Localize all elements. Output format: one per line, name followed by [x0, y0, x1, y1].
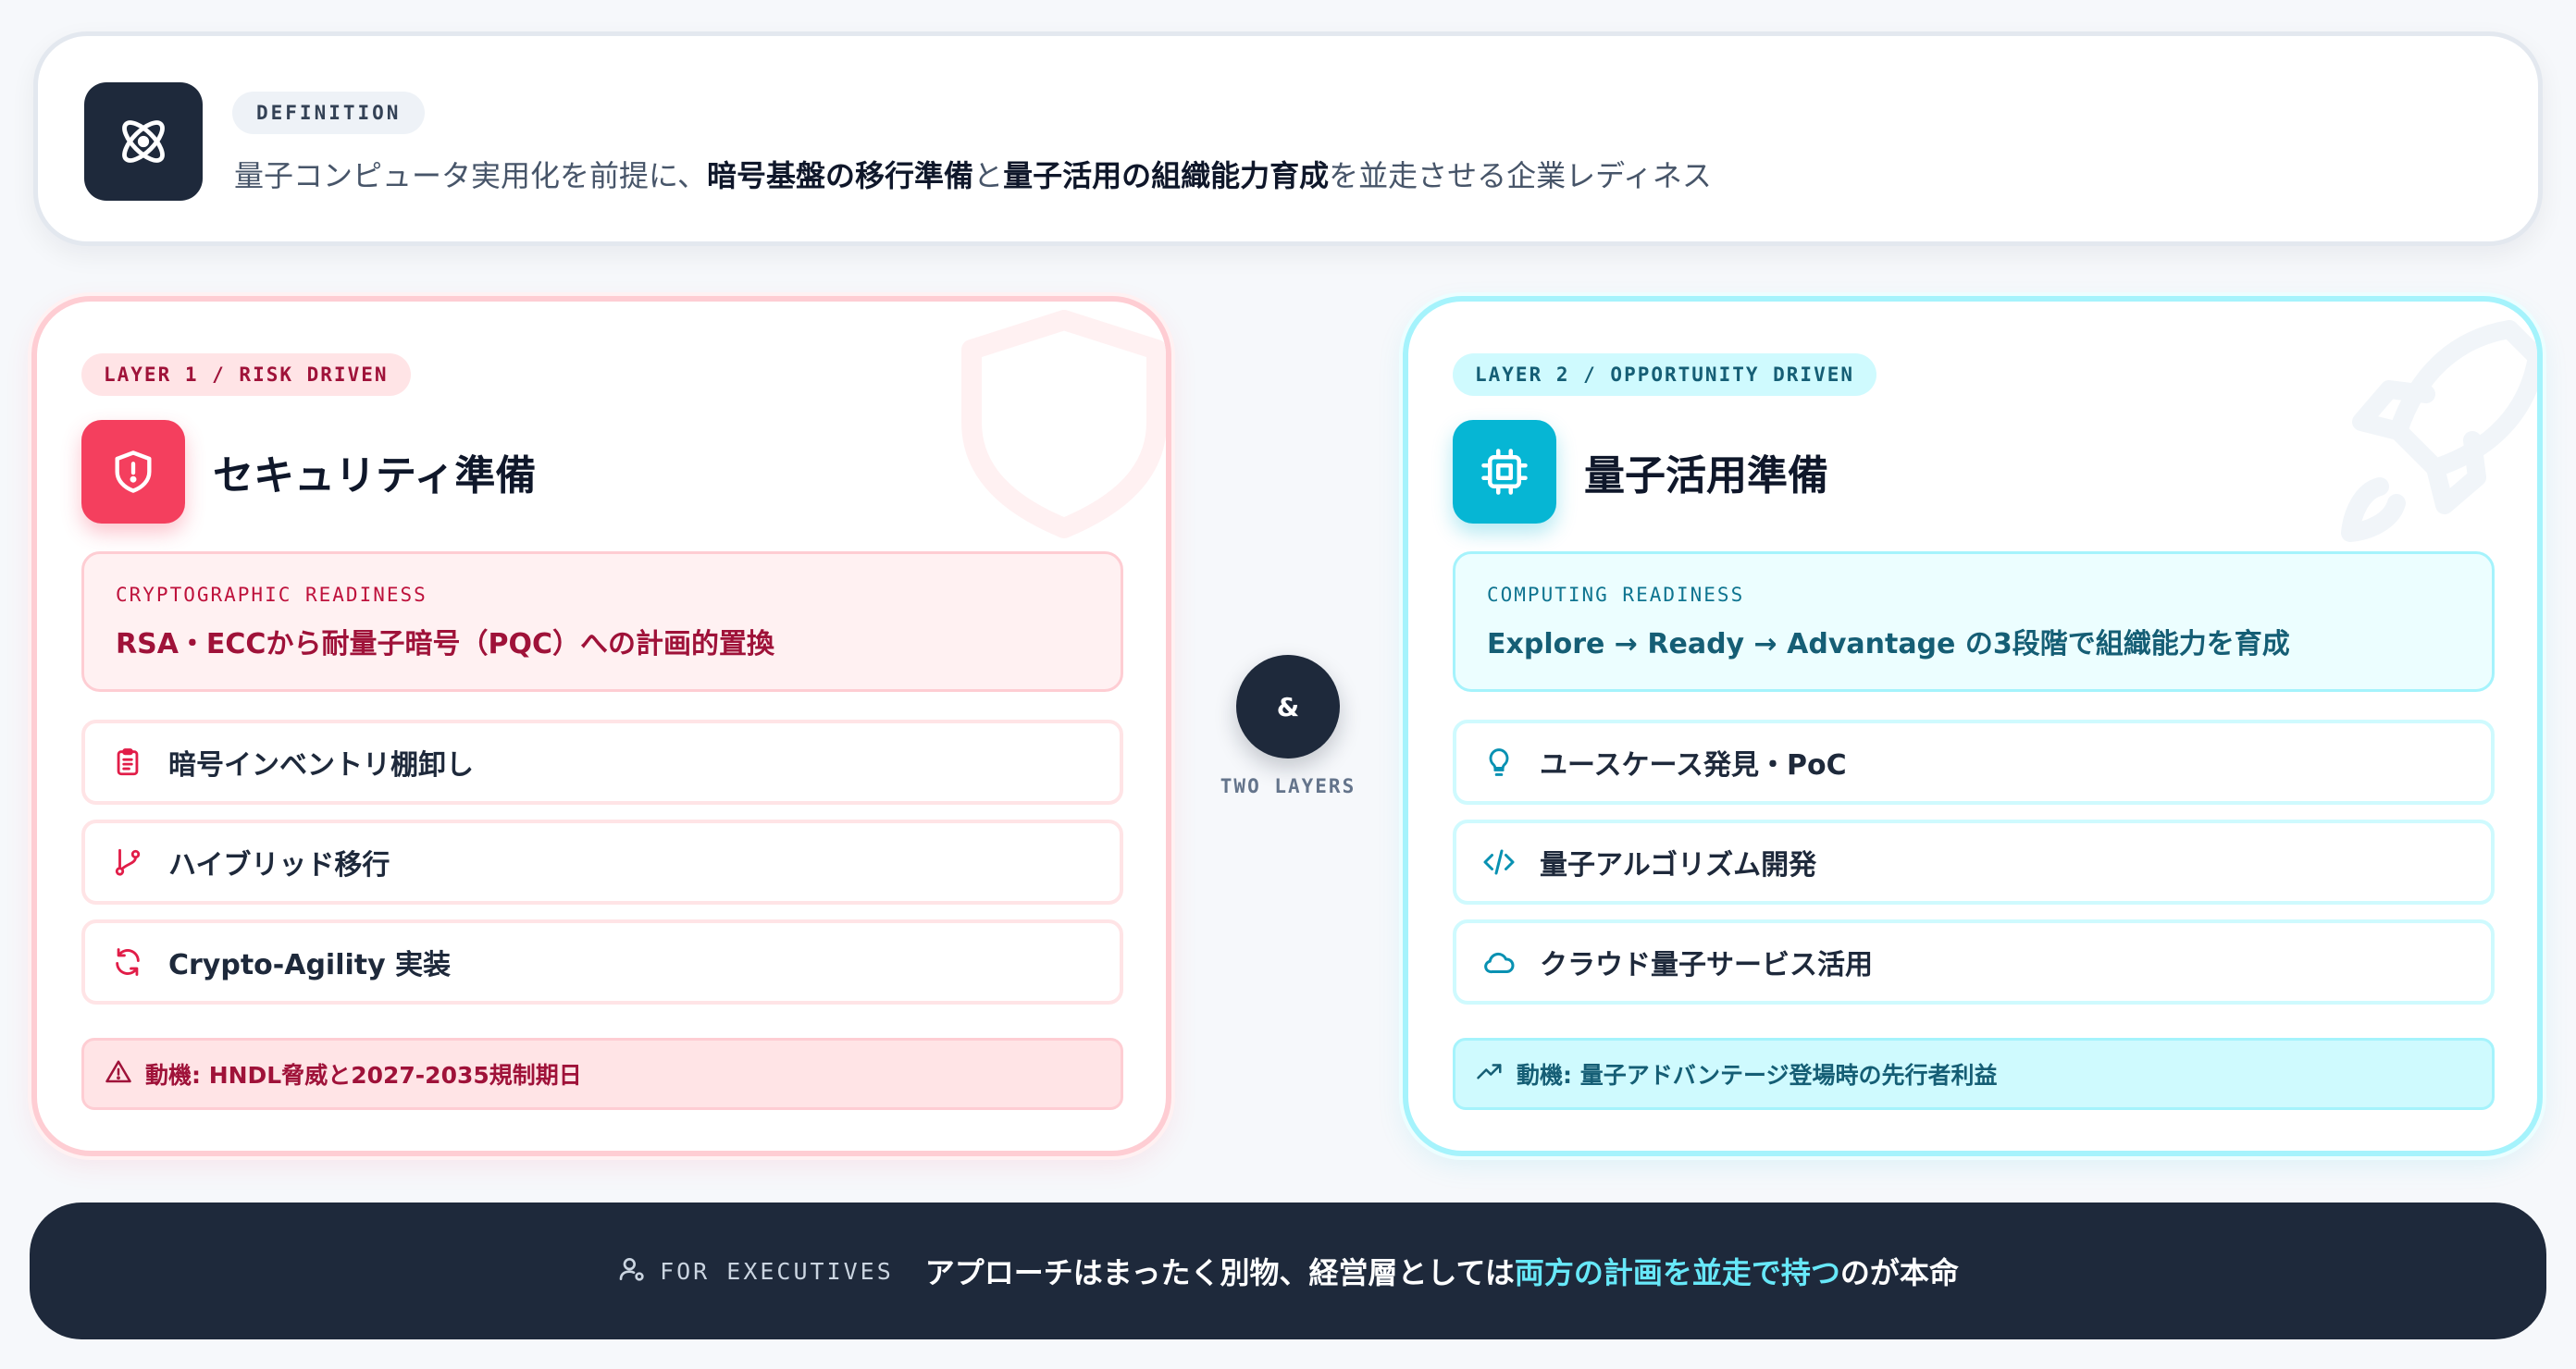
readiness-label: COMPUTING READINESS	[1487, 584, 1745, 606]
executive-summary-bar: FOR EXECUTIVES アプローチはまったく別物、経営層としては両方の計画…	[30, 1202, 2546, 1339]
connector-circle: &	[1236, 655, 1340, 758]
atom-icon	[84, 82, 203, 201]
executive-message: アプローチはまったく別物、経営層としては両方の計画を並走で持つのが本命	[924, 1255, 1959, 1290]
list-item-use-case-poc: ユースケース発見・PoC	[1453, 720, 2495, 805]
layer1-card: LAYER 1 / RISK DRIVEN セキュリティ準備 CRYPTOGRA…	[31, 296, 1171, 1156]
refresh-icon	[109, 944, 146, 980]
list-item-label: 量子アルゴリズム開発	[1540, 849, 1817, 882]
rocket-watermark-icon	[2341, 320, 2537, 542]
cloud-icon	[1480, 944, 1517, 980]
list-item-label: ユースケース発見・PoC	[1540, 749, 1847, 782]
list-item-cloud-quantum: クラウド量子サービス活用	[1453, 919, 2495, 1005]
motive-text: 動機: 量子アドバンテージ登場時の先行者利益	[1517, 1062, 1998, 1089]
git-branch-icon	[109, 844, 146, 881]
definition-card: DEFINITION 量子コンピュータ実用化を前提に、暗号基盤の移行準備と量子活…	[33, 31, 2543, 246]
definition-text: 量子コンピュータ実用化を前提に、暗号基盤の移行準備と量子活用の組織能力育成を並走…	[234, 158, 1712, 193]
code-icon	[1480, 844, 1517, 881]
list-item-label: 暗号インベントリ棚卸し	[168, 749, 474, 782]
readiness-text: RSA・ECCから耐量子暗号（PQC）への計画的置換	[116, 628, 774, 660]
definition-badge: DEFINITION	[232, 92, 426, 134]
list-item-crypto-inventory: 暗号インベントリ棚卸し	[81, 720, 1123, 805]
layer2-motive: 動機: 量子アドバンテージ登場時の先行者利益	[1453, 1038, 2495, 1110]
trending-up-icon	[1476, 1058, 1504, 1090]
list-item-label: Crypto-Agility 実装	[168, 949, 452, 981]
motive-text: 動機: HNDL脅威と2027-2035規制期日	[145, 1062, 582, 1089]
layer1-motive: 動機: HNDL脅威と2027-2035規制期日	[81, 1038, 1123, 1110]
computing-readiness-box: COMPUTING READINESS Explore → Ready → Ad…	[1453, 551, 2495, 692]
layer1-title: セキュリティ準備	[213, 452, 537, 500]
layer1-badge: LAYER 1 / RISK DRIVEN	[81, 353, 411, 396]
list-item-label: ハイブリッド移行	[168, 849, 390, 882]
clipboard-list-icon	[109, 744, 146, 781]
list-item-hybrid-migration: ハイブリッド移行	[81, 820, 1123, 905]
layer2-card: LAYER 2 / OPPORTUNITY DRIVEN 量子活用準備 COMP…	[1403, 296, 2543, 1156]
cryptographic-readiness-box: CRYPTOGRAPHIC READINESS RSA・ECCから耐量子暗号（P…	[81, 551, 1123, 692]
connector-label: TWO LAYERS	[1220, 775, 1356, 797]
readiness-label: CRYPTOGRAPHIC READINESS	[116, 584, 427, 606]
readiness-text: Explore → Ready → Advantage の3段階で組織能力を育成	[1487, 628, 2290, 660]
alert-triangle-icon	[105, 1058, 132, 1090]
shield-alert-icon	[81, 420, 185, 524]
layer2-title: 量子活用準備	[1584, 452, 1828, 500]
cpu-chip-icon	[1453, 420, 1556, 524]
layer2-badge: LAYER 2 / OPPORTUNITY DRIVEN	[1453, 353, 1877, 396]
list-item-quantum-algorithm: 量子アルゴリズム開発	[1453, 820, 2495, 905]
list-item-crypto-agility: Crypto-Agility 実装	[81, 919, 1123, 1005]
shield-watermark-icon	[961, 310, 1166, 538]
lightbulb-icon	[1480, 744, 1517, 781]
executive-label: FOR EXECUTIVES	[660, 1257, 894, 1285]
user-cog-icon	[617, 1254, 647, 1288]
list-item-label: クラウド量子サービス活用	[1540, 949, 1873, 981]
